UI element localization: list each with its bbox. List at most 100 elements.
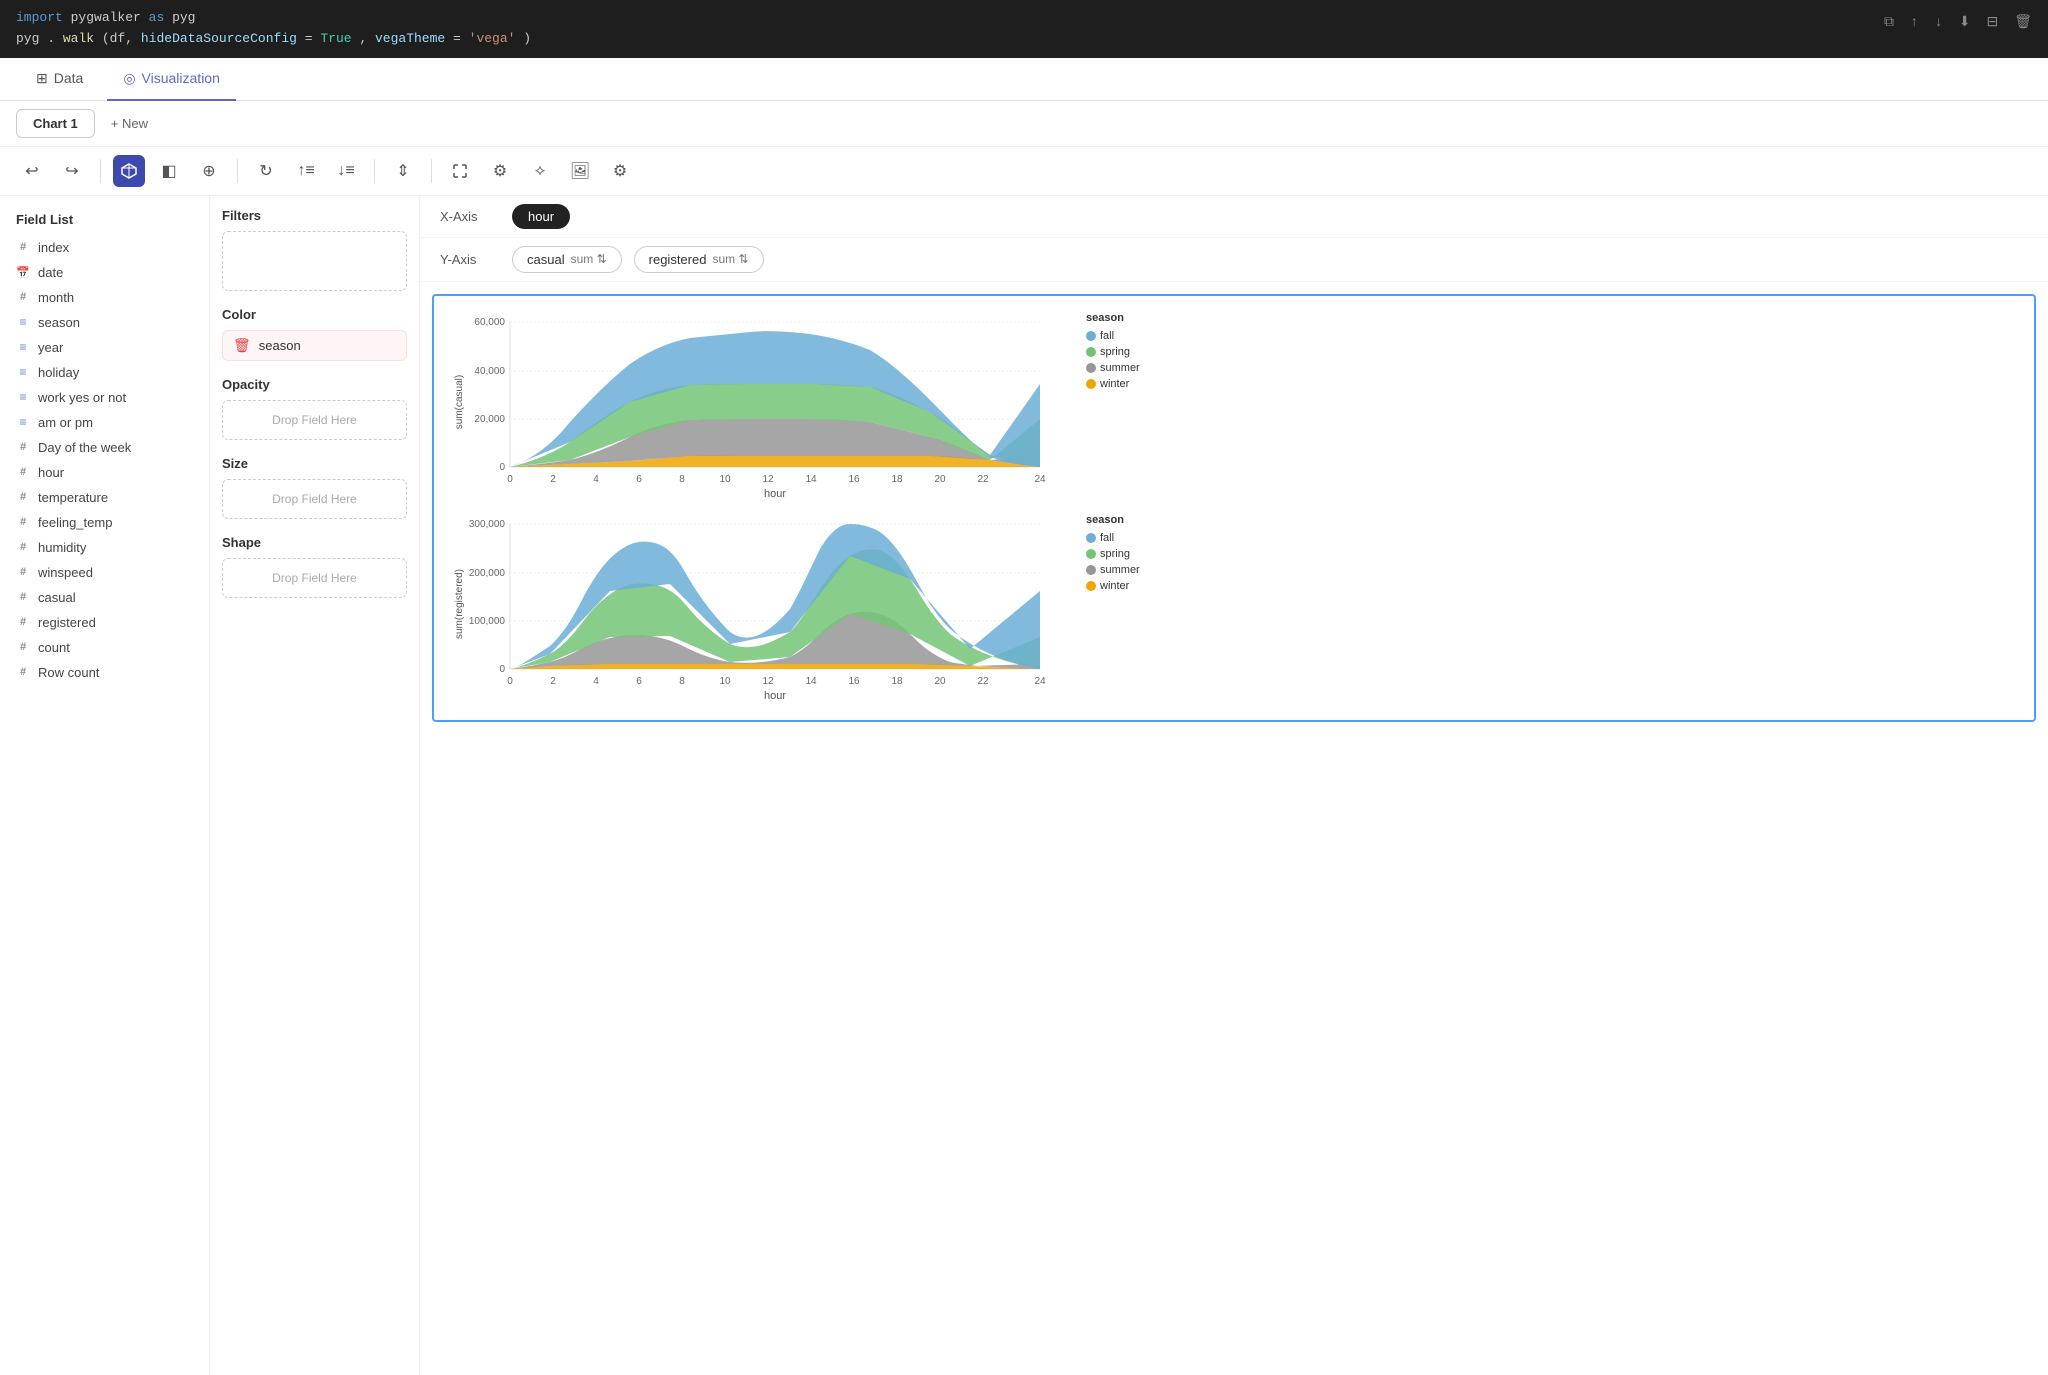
- move-down-icon[interactable]: ↓: [1934, 12, 1942, 34]
- view3d-button[interactable]: [113, 155, 145, 187]
- field-dow[interactable]: # Day of the week: [0, 435, 209, 460]
- field-feeling-temp[interactable]: # feeling_temp: [0, 510, 209, 535]
- redo-button[interactable]: ↪: [56, 155, 88, 187]
- obj-name: pyg: [16, 31, 39, 46]
- sort-desc-button[interactable]: ↓≡: [330, 155, 362, 187]
- registered-agg[interactable]: sum ⇅: [712, 252, 748, 266]
- legend1-summer: summer: [1086, 362, 1166, 374]
- x-axis-tag[interactable]: hour: [512, 204, 570, 229]
- filters-dropzone[interactable]: [222, 231, 407, 291]
- filters-section: Filters: [222, 208, 407, 291]
- legend2-spring: spring: [1086, 548, 1166, 560]
- field-winspeed[interactable]: # winspeed: [0, 560, 209, 585]
- split-icon[interactable]: ⊟: [1986, 12, 1998, 34]
- undo-button[interactable]: ↩: [16, 155, 48, 187]
- spring-dot2: [1086, 549, 1096, 559]
- y-axis-label: Y-Axis: [440, 252, 500, 267]
- field-list-title: Field List: [0, 208, 209, 235]
- color-title: Color: [222, 307, 407, 322]
- field-registered[interactable]: # registered: [0, 610, 209, 635]
- field-humidity[interactable]: # humidity: [0, 535, 209, 560]
- method-name: walk: [63, 31, 94, 46]
- move-up-icon[interactable]: ↑: [1910, 12, 1918, 34]
- field-name-temperature: temperature: [38, 490, 108, 505]
- code-header: import pygwalker as pyg pyg . walk (df, …: [0, 0, 2048, 58]
- stack-button[interactable]: ⇕: [387, 155, 419, 187]
- num-icon-temp: #: [16, 491, 30, 503]
- y-axis-registered-tag[interactable]: registered sum ⇅: [634, 246, 764, 273]
- svg-text:14: 14: [805, 676, 817, 687]
- expand-button[interactable]: [444, 155, 476, 187]
- field-date[interactable]: 📅 date: [0, 260, 209, 285]
- spring-label: spring: [1100, 346, 1130, 358]
- field-count[interactable]: # count: [0, 635, 209, 660]
- chart-area: 60,000 40,000 20,000 0 sum(casual): [420, 282, 2048, 1375]
- field-month[interactable]: # month: [0, 285, 209, 310]
- param1: hideDataSourceConfig: [141, 31, 297, 46]
- num-icon-dow: #: [16, 441, 30, 453]
- tab-data[interactable]: ⊞ Data: [20, 58, 99, 101]
- legend1-winter: winter: [1086, 378, 1166, 390]
- chart1-svg: 60,000 40,000 20,000 0 sum(casual): [450, 312, 1070, 502]
- summer-dot2: [1086, 565, 1096, 575]
- image-button[interactable]: 🖼: [564, 155, 596, 187]
- field-index[interactable]: # index: [0, 235, 209, 260]
- download-icon[interactable]: ⬇: [1959, 12, 1971, 34]
- field-ampm[interactable]: ≡ am or pm: [0, 410, 209, 435]
- num-icon-winspeed: #: [16, 566, 30, 578]
- svg-text:200,000: 200,000: [469, 568, 506, 579]
- opacity-dropzone[interactable]: Drop Field Here: [222, 400, 407, 440]
- field-workingday[interactable]: ≡ work yes or not: [0, 385, 209, 410]
- field-hour[interactable]: # hour: [0, 460, 209, 485]
- trash-icon[interactable]: 🗑: [233, 337, 251, 354]
- str-icon-workingday: ≡: [16, 390, 30, 404]
- sep4: [431, 159, 432, 183]
- field-casual[interactable]: # casual: [0, 585, 209, 610]
- tab-visualization[interactable]: ◎ Visualization: [107, 58, 236, 101]
- svg-text:300,000: 300,000: [469, 519, 506, 530]
- fall-label: fall: [1100, 330, 1114, 342]
- color-tag[interactable]: 🗑 season: [222, 330, 407, 361]
- field-name-hour: hour: [38, 465, 64, 480]
- code-toolbar: ⧉ ↑ ↓ ⬇ ⊟ 🗑: [1884, 12, 2032, 34]
- svg-text:0: 0: [499, 462, 505, 473]
- mark-button[interactable]: ◧: [153, 155, 185, 187]
- summer-dot: [1086, 363, 1096, 373]
- delete-icon[interactable]: 🗑: [2014, 12, 2032, 34]
- gear-button[interactable]: ⚙: [604, 155, 636, 187]
- num-icon-humidity: #: [16, 541, 30, 553]
- connect-button[interactable]: ⟡: [524, 155, 556, 187]
- field-temperature[interactable]: # temperature: [0, 485, 209, 510]
- copy-icon[interactable]: ⧉: [1884, 12, 1894, 34]
- str-icon-ampm: ≡: [16, 415, 30, 429]
- settings2-button[interactable]: ⚙: [484, 155, 516, 187]
- y-axis-casual-tag[interactable]: casual sum ⇅: [512, 246, 622, 273]
- field-year[interactable]: ≡ year: [0, 335, 209, 360]
- legend2-summer: summer: [1086, 564, 1166, 576]
- val1: True: [320, 31, 351, 46]
- layers-button[interactable]: ⊕: [193, 155, 225, 187]
- casual-agg[interactable]: sum ⇅: [571, 252, 607, 266]
- svg-text:0: 0: [507, 474, 513, 485]
- new-chart-tab[interactable]: + New: [99, 110, 160, 137]
- legend1-title: season: [1086, 312, 1166, 324]
- num-icon-month: #: [16, 291, 30, 303]
- num-icon-rowcount: #: [16, 666, 30, 678]
- size-section: Size Drop Field Here: [222, 456, 407, 519]
- color-value: season: [259, 338, 301, 353]
- fall-label2: fall: [1100, 532, 1114, 544]
- winter-dot: [1086, 379, 1096, 389]
- field-season[interactable]: ≡ season: [0, 310, 209, 335]
- field-rowcount[interactable]: # Row count: [0, 660, 209, 685]
- field-name-feeling-temp: feeling_temp: [38, 515, 112, 530]
- x-axis-label: X-Axis: [440, 209, 500, 224]
- sort-asc-button[interactable]: ↑≡: [290, 155, 322, 187]
- toolbar: ↩ ↪ ◧ ⊕ ↻ ↑≡ ↓≡ ⇕ ⚙ ⟡ 🖼 ⚙: [0, 147, 2048, 196]
- chart-tab-1[interactable]: Chart 1: [16, 109, 95, 138]
- size-dropzone[interactable]: Drop Field Here: [222, 479, 407, 519]
- shape-dropzone[interactable]: Drop Field Here: [222, 558, 407, 598]
- field-holiday[interactable]: ≡ holiday: [0, 360, 209, 385]
- svg-text:2: 2: [550, 676, 556, 687]
- refresh-button[interactable]: ↻: [250, 155, 282, 187]
- field-name-index: index: [38, 240, 69, 255]
